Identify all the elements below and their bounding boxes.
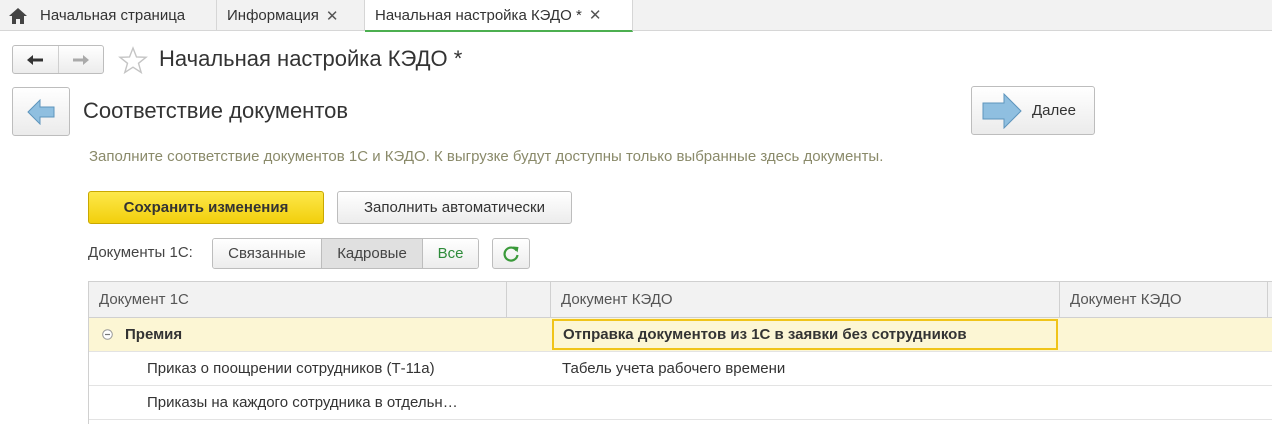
tab-information[interactable]: Информация ✕ [217,0,365,31]
forward-button[interactable] [57,46,103,73]
close-icon[interactable]: ✕ [326,7,339,25]
history-nav [12,45,104,74]
row-kedo-edit-cell[interactable]: Отправка документов из 1С в заявки без с… [552,319,1058,350]
tab-bar: Начальная страница Информация ✕ Начальна… [0,0,1272,32]
tab-kedo-setup[interactable]: Начальная настройка КЭДО * ✕ [365,0,633,32]
tab-home-label: Начальная страница [40,7,186,24]
hint-text: Заполните соответствие документов 1С и К… [89,148,884,165]
row-doc1c: Премия [125,326,183,343]
collapse-group-icon[interactable] [102,329,113,340]
row-doc1c: Приказ о поощрении сотрудников (Т-11а) [147,360,435,377]
table-row[interactable]: Приказ о поощрении сотрудников (Т-11а) Т… [89,352,1272,386]
documents-filter: Связанные Кадровые Все [212,238,479,269]
big-arrow-right-icon [982,92,1022,129]
favorite-star-icon[interactable] [118,46,148,74]
tab-information-label: Информация [227,7,319,24]
documents-table: Документ 1С Документ КЭДО Документ КЭДО … [88,281,1272,424]
refresh-button[interactable] [492,238,530,269]
tab-kedo-setup-label: Начальная настройка КЭДО * [375,6,582,24]
big-arrow-left-icon [27,98,55,125]
back-button[interactable] [13,46,58,73]
row-doc1c: Приказы на каждого сотрудника в отдельн… [147,394,458,411]
column-header-kedo[interactable]: Документ КЭДО [551,282,1060,317]
column-header-doc1c[interactable]: Документ 1С [89,282,507,317]
arrow-left-icon [27,54,44,65]
filter-option-all[interactable]: Все [422,239,478,268]
step-back-button[interactable] [12,87,70,136]
close-icon[interactable]: ✕ [589,6,602,24]
next-button[interactable]: Далее [971,86,1095,135]
table-header: Документ 1С Документ КЭДО Документ КЭДО [89,282,1272,318]
tab-home[interactable]: Начальная страница [0,0,217,31]
row-kedo: Табель учета рабочего времени [562,360,786,377]
next-button-label: Далее [1032,102,1076,119]
refresh-icon [503,245,519,262]
home-icon [9,7,27,24]
filter-option-hr[interactable]: Кадровые [321,239,422,268]
filter-option-linked[interactable]: Связанные [213,239,321,268]
fill-automatically-button[interactable]: Заполнить автоматически [337,191,572,224]
filter-label: Документы 1С: [88,244,193,261]
table-row[interactable]: Премия Отправка документов из 1С в заявк… [89,318,1272,352]
column-header-kedo-2[interactable]: Документ КЭДО [1060,282,1268,317]
page-title: Начальная настройка КЭДО * [159,46,463,71]
table-row[interactable]: Приказы на каждого сотрудника в отдельн… [89,386,1272,420]
step-title: Соответствие документов [83,98,349,123]
save-changes-button[interactable]: Сохранить изменения [88,191,324,224]
arrow-right-icon [72,54,89,65]
column-header-blank[interactable] [507,282,551,317]
